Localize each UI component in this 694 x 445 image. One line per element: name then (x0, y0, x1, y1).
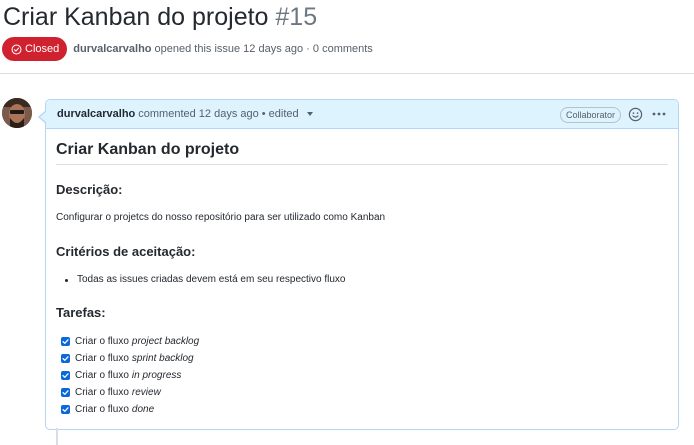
checkmark-icon (62, 390, 69, 395)
task-name: project backlog (131, 336, 200, 347)
task-item: Criar o fluxo done (61, 401, 199, 418)
task-name: in progress (131, 370, 182, 381)
task-prefix: Criar o fluxo (75, 336, 129, 347)
task-item: Criar o fluxo sprint backlog (61, 350, 199, 367)
checkmark-icon (62, 407, 69, 412)
checkmark-icon (62, 373, 69, 378)
checkmark-icon (62, 339, 69, 344)
edited-dropdown[interactable]: edited (269, 108, 313, 120)
state-label: Closed (25, 43, 60, 55)
body-heading: Criar Kanban do projeto (56, 140, 668, 165)
task-prefix: Criar o fluxo (75, 387, 129, 398)
description-text: Configurar o projetcs do nosso repositór… (56, 212, 386, 223)
state-badge: Closed (2, 37, 68, 61)
issue-number: #15 (275, 3, 318, 31)
issue-title: Criar Kanban do projeto #15 (3, 1, 317, 33)
criteria-heading: Critérios de aceitação: (56, 244, 196, 259)
tasks-heading: Tarefas: (56, 305, 106, 320)
checkmark-icon (62, 356, 69, 361)
issue-title-text: Criar Kanban do projeto (3, 3, 269, 31)
task-checkbox[interactable] (61, 337, 70, 346)
comment-meta: commented 12 days ago • (138, 108, 266, 120)
criteria-list: Todas as issues criadas devem está em se… (64, 273, 345, 287)
timeline-line (56, 428, 58, 445)
comment-header: durvalcarvalho commented 12 days ago • e… (46, 100, 678, 129)
task-name: sprint backlog (131, 353, 194, 364)
opened-text: opened this issue 12 days ago · 0 commen… (154, 43, 373, 55)
comment-box: durvalcarvalho commented 12 days ago • e… (38, 99, 679, 430)
commenter-link[interactable]: durvalcarvalho (57, 108, 135, 120)
list-item: Todas as issues criadas devem está em se… (64, 273, 345, 287)
task-checkbox[interactable] (61, 405, 70, 414)
task-checkbox[interactable] (61, 388, 70, 397)
collaborator-badge: Collaborator (559, 107, 621, 123)
task-item: Criar o fluxo review (61, 384, 199, 401)
issue-closed-icon (11, 44, 22, 54)
task-prefix: Criar o fluxo (75, 404, 129, 415)
task-name: review (131, 387, 161, 398)
description-heading: Descrição: (56, 182, 123, 197)
task-checkbox[interactable] (61, 354, 70, 363)
kebab-horizontal-icon[interactable] (652, 109, 666, 119)
edited-label: edited (268, 108, 299, 120)
task-item: Criar o fluxo in progress (61, 367, 199, 384)
task-checkbox[interactable] (61, 371, 70, 380)
task-name: done (131, 404, 155, 415)
smiley-icon[interactable] (628, 107, 643, 122)
task-prefix: Criar o fluxo (75, 353, 129, 364)
task-list: Criar o fluxo project backlog Criar o fl… (61, 333, 199, 418)
header-divider (0, 73, 694, 74)
issue-meta: Closed durvalcarvalho opened this issue … (2, 37, 373, 61)
chevron-down-icon (306, 112, 313, 117)
task-prefix: Criar o fluxo (75, 370, 129, 381)
task-item: Criar o fluxo project backlog (61, 333, 199, 350)
avatar[interactable] (2, 98, 32, 128)
author-link[interactable]: durvalcarvalho (73, 43, 151, 55)
